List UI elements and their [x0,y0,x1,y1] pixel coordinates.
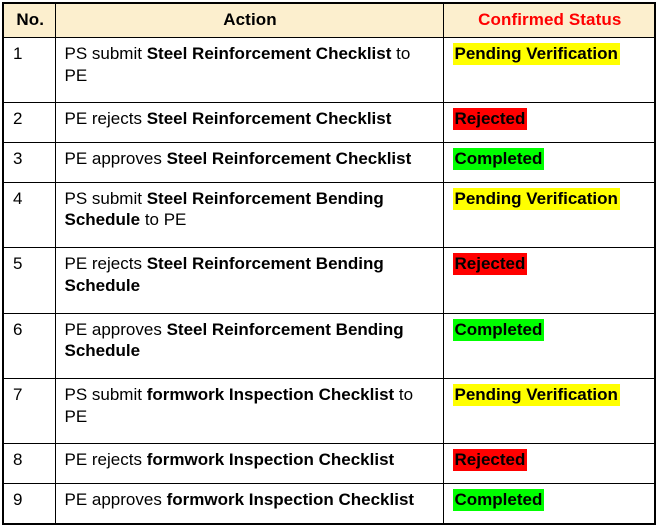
action-document-name: Steel Reinforcement Checklist [166,148,412,168]
cell-status: Pending Verification [442,181,656,249]
cell-no: 6 [2,312,56,379]
column-header-status: Confirmed Status [442,2,656,38]
action-document-name: formwork Inspection Checklist [146,450,395,470]
cell-action: PS submit Steel Reinforcement Bending Sc… [54,181,444,249]
status-badge: Rejected [452,253,528,276]
status-badge: Completed [452,147,545,170]
table-row: 1 PS submit Steel Reinforcement Checklist… [2,36,656,104]
action-prefix: PE approves [64,148,167,168]
cell-status: Completed [442,312,656,379]
action-document-name: formwork Inspection Checklist [166,490,415,510]
cell-status: Rejected [442,443,656,485]
table-body: 1 PS submit Steel Reinforcement Checklist… [2,36,656,525]
action-prefix: PE approves [64,319,167,339]
action-prefix: PE rejects [64,254,147,274]
status-badge: Completed [452,318,545,341]
cell-no: 3 [2,141,56,183]
cell-action: PS submit Steel Reinforcement Checklist … [54,36,444,104]
cell-action: PE approves formwork Inspection Checklis… [54,483,444,525]
cell-status: Rejected [442,247,656,314]
cell-status: Completed [442,141,656,183]
action-document-name: Steel Reinforcement Checklist [146,43,392,63]
cell-no: 1 [2,36,56,104]
status-badge: Completed [452,489,545,512]
action-prefix: PE approves [64,490,167,510]
table-row: 2 PE rejects Steel Reinforcement Checklis… [2,102,656,143]
status-badge: Pending Verification [452,42,620,65]
cell-no: 2 [2,102,56,143]
cell-no: 9 [2,483,56,525]
cell-no: 8 [2,443,56,485]
status-badge: Pending Verification [452,187,620,210]
status-badge: Pending Verification [452,383,620,406]
table-header: No. Action Confirmed Status [2,2,656,38]
action-prefix: PS submit [64,43,147,63]
table-container: No. Action Confirmed Status 1 PS submit S… [0,0,659,527]
action-prefix: PE rejects [64,450,147,470]
confirmed-status-table: No. Action Confirmed Status 1 PS submit S… [2,2,656,525]
table-row: 4 PS submit Steel Reinforcement Bending S… [2,181,656,249]
cell-action: PE rejects formwork Inspection Checklist [54,443,444,485]
cell-action: PS submit formwork Inspection Checklist … [54,377,444,445]
status-badge: Rejected [452,108,528,131]
cell-status: Pending Verification [442,377,656,445]
table-row: 7 PS submit formwork Inspection Checklist… [2,377,656,445]
column-header-action: Action [54,2,444,38]
action-document-name: formwork Inspection Checklist [146,384,395,404]
cell-no: 5 [2,247,56,314]
table-header-row: No. Action Confirmed Status [2,2,656,38]
cell-status: Pending Verification [442,36,656,104]
cell-no: 4 [2,181,56,249]
cell-status: Rejected [442,102,656,143]
cell-action: PE rejects Steel Reinforcement Checklist [54,102,444,143]
table-row: 5 PE rejects Steel Reinforcement Bending … [2,247,656,314]
action-prefix: PS submit [64,384,147,404]
table-row: 6 PE approves Steel Reinforcement Bending… [2,312,656,379]
cell-no: 7 [2,377,56,445]
cell-action: PE approves Steel Reinforcement Checklis… [54,141,444,183]
status-badge: Rejected [452,449,528,472]
action-document-name: Steel Reinforcement Checklist [146,109,392,129]
table-row: 3 PE approves Steel Reinforcement Checkli… [2,141,656,183]
cell-status: Completed [442,483,656,525]
action-prefix: PE rejects [64,109,147,129]
table-row: 8 PE rejects formwork Inspection Checklis… [2,443,656,485]
column-header-no: No. [2,2,56,38]
cell-action: PE rejects Steel Reinforcement Bending S… [54,247,444,314]
action-prefix: PS submit [64,188,147,208]
table-row: 9 PE approves formwork Inspection Checkli… [2,483,656,525]
action-suffix: to PE [140,210,187,230]
cell-action: PE approves Steel Reinforcement Bending … [54,312,444,379]
